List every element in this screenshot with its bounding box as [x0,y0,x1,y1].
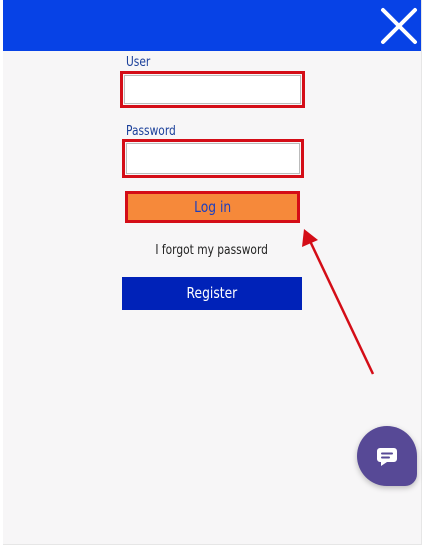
user-label: User [126,55,151,70]
password-label: Password [126,124,176,139]
register-button[interactable]: Register [122,277,302,310]
header-bar [3,0,421,51]
chat-button[interactable] [357,426,417,486]
close-icon [381,8,417,44]
chat-bubble-icon [377,448,397,466]
forgot-password-label: I forgot my password [155,243,269,258]
register-button-label: Register [186,284,238,302]
login-button-label: Log in [193,198,232,216]
password-input[interactable] [122,139,304,178]
login-button[interactable]: Log in [125,191,300,223]
user-input[interactable] [120,71,305,108]
forgot-password-link[interactable]: I forgot my password [112,243,312,258]
close-button[interactable] [379,6,419,46]
